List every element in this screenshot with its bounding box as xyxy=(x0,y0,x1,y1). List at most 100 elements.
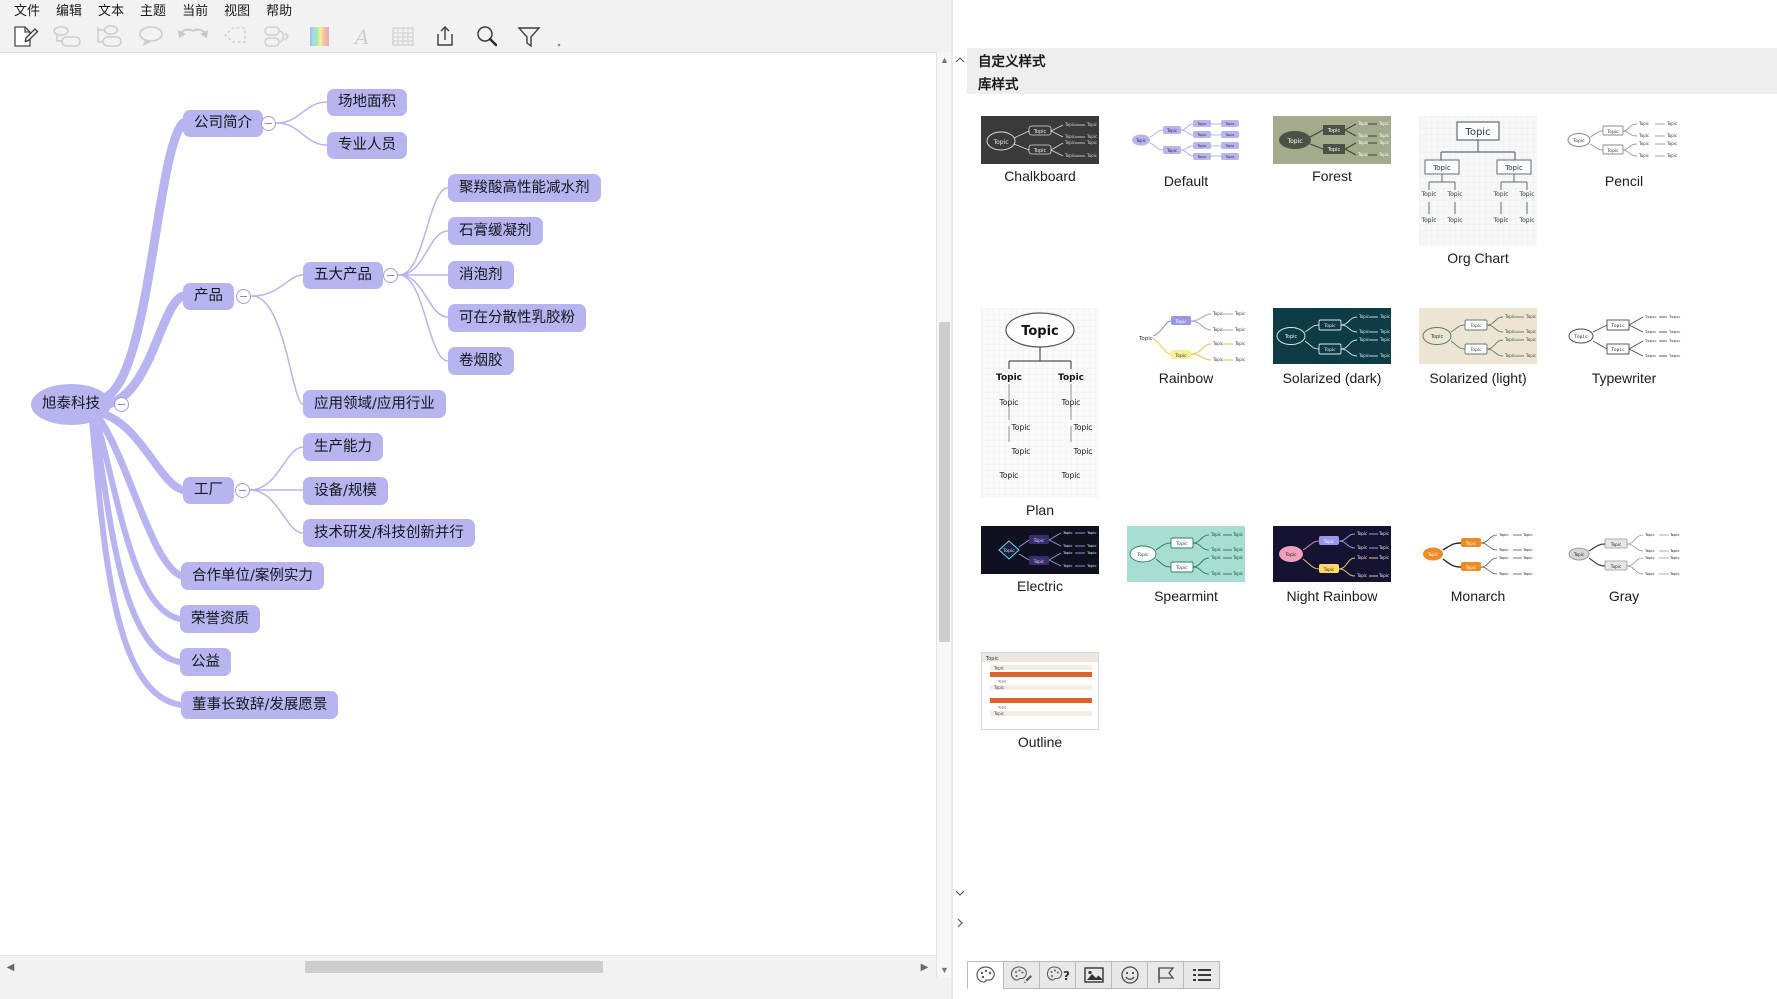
mindmap-node-public-welfare[interactable]: 公益 xyxy=(180,648,231,676)
svg-text:Topic: Topic xyxy=(1669,555,1680,560)
font-icon[interactable]: A xyxy=(340,22,382,52)
style-item-night-rainbow[interactable]: Topic Topic Topic Topic Topic Topic Topi… xyxy=(1273,526,1391,604)
mindmap-node-company-intro[interactable]: 公司简介 xyxy=(183,110,263,137)
style-item-pencil[interactable]: Topic Topic Topic Topic Topic Topic Topi… xyxy=(1565,116,1683,189)
mindmap-node-products[interactable]: 产品 xyxy=(183,283,234,310)
search-icon[interactable] xyxy=(466,22,508,52)
style-item-org-chart[interactable]: Topic Topic Topic Topic Topic Topic Topi… xyxy=(1419,116,1537,266)
collapse-toggle-five-products[interactable] xyxy=(383,268,398,283)
menu-help[interactable]: 帮助 xyxy=(258,1,300,20)
panel-scroll-column[interactable] xyxy=(953,48,967,941)
filter-icon[interactable] xyxy=(508,22,550,52)
mindmap-node-production-capacity[interactable]: 生产能力 xyxy=(303,433,383,461)
export-icon[interactable] xyxy=(424,22,466,52)
new-document-icon[interactable] xyxy=(4,22,46,52)
scroll-right-arrow-icon[interactable]: ▶ xyxy=(916,956,933,978)
style-item-solarized-light[interactable]: Topic Topic Topic Topic Topic Topic Topi… xyxy=(1419,308,1537,386)
panel-chevron-up-icon[interactable] xyxy=(953,52,967,68)
style-item-monarch[interactable]: Topic Topic Topic Topic Topic Topic Topi… xyxy=(1419,526,1537,604)
undo-redo-icon[interactable] xyxy=(172,22,214,52)
mindmap-node-cigarette-glue[interactable]: 卷烟胶 xyxy=(448,347,514,375)
style-thumbnail[interactable]: Topic Topic Topic Topic Topic Topic Topi… xyxy=(1419,308,1537,364)
callout-icon[interactable] xyxy=(130,22,172,52)
mindmap-node-chairman-message[interactable]: 董事长致辞/发展愿景 xyxy=(181,691,339,719)
collapse-toggle-company-intro[interactable] xyxy=(261,116,276,131)
collapse-toggle-products[interactable] xyxy=(236,289,251,304)
mindmap-node-root[interactable]: 旭泰科技 xyxy=(31,384,111,425)
mindmap-node-honors[interactable]: 荣誉资质 xyxy=(180,605,260,633)
add-child-topic-icon[interactable] xyxy=(88,22,130,52)
style-help-tab[interactable]: ? xyxy=(1039,961,1076,989)
menu-theme[interactable]: 主题 xyxy=(132,1,174,20)
mindmap-node-professional-staff[interactable]: 专业人员 xyxy=(327,132,407,159)
style-thumbnail[interactable]: Topic Topic Topic Topic Topic Topic Topi… xyxy=(1565,116,1683,164)
mindmap-node-rnd-innovation[interactable]: 技术研发/科技创新并行 xyxy=(303,519,475,547)
boundary-icon[interactable] xyxy=(214,22,256,52)
menu-current[interactable]: 当前 xyxy=(174,1,216,20)
menu-view[interactable]: 视图 xyxy=(216,1,258,20)
mindmap-node-dispersible-latex-powder[interactable]: 可在分散性乳胶粉 xyxy=(448,304,586,332)
style-thumbnail[interactable]: Topic Topic Topic Topic Topic Topic xyxy=(981,652,1099,730)
style-thumbnail[interactable]: Topic Topic Topic Topic Topic Topic Topi… xyxy=(1273,526,1391,582)
canvas-vertical-scrollbar[interactable]: ▲ ▼ xyxy=(936,52,951,977)
image-tab[interactable] xyxy=(1075,961,1112,989)
panel-chevron-right-icon[interactable] xyxy=(953,915,967,931)
mindmap-node-equipment-scale[interactable]: 设备/规模 xyxy=(303,477,388,505)
mindmap-node-factory[interactable]: 工厂 xyxy=(183,477,234,504)
emoji-tab[interactable] xyxy=(1111,961,1148,989)
style-thumbnail[interactable]: Topic Topic Topic Topic Topic Topic Topi… xyxy=(981,308,1099,498)
add-sibling-topic-icon[interactable] xyxy=(46,22,88,52)
style-item-chalkboard[interactable]: Topic Topic Topic Topic Topic Topic Topi… xyxy=(981,116,1099,184)
outline-tab[interactable] xyxy=(1183,961,1220,989)
mindmap-node-polycarboxylate[interactable]: 聚羧酸高性能减水剂 xyxy=(448,174,601,202)
color-palette-icon[interactable] xyxy=(298,22,340,52)
menu-file[interactable]: 文件 xyxy=(6,1,48,20)
scroll-up-arrow-icon[interactable]: ▲ xyxy=(937,52,952,67)
scroll-down-arrow-icon[interactable]: ▼ xyxy=(937,962,952,977)
style-item-gray[interactable]: Topic Topic Topic Topic Topic Topic Topi… xyxy=(1565,526,1683,604)
style-item-outline[interactable]: Topic Topic Topic Topic Topic Topic Outl… xyxy=(981,652,1099,750)
style-thumbnail[interactable]: Topic Topic Topic Topic Topic Topic Topi… xyxy=(1565,308,1683,364)
mindmap-canvas-area[interactable]: 旭泰科技 公司简介 场地面积 专业人员 产品 五大产品 聚羧酸高性能减水剂 石膏… xyxy=(0,52,951,977)
vertical-scroll-thumb[interactable] xyxy=(939,322,950,642)
style-thumbnail[interactable]: Topic Topic Topic Topic Topic Topic Topi… xyxy=(1273,116,1391,164)
collapse-toggle-root[interactable] xyxy=(114,397,129,412)
mindmap-node-site-area[interactable]: 场地面积 xyxy=(327,89,407,116)
style-thumbnail[interactable]: Topic Topic Topic Topic Topic Topic Topi… xyxy=(1419,526,1537,582)
style-item-typewriter[interactable]: Topic Topic Topic Topic Topic Topic Topi… xyxy=(1565,308,1683,386)
style-item-electric[interactable]: Topic Topic Topic Topic Topic Topic Topi… xyxy=(981,526,1099,594)
style-thumbnail[interactable]: Topic Topic Topic Topic Topic Topic Topi… xyxy=(1419,116,1537,246)
style-item-rainbow[interactable]: Topic Topic Topic Topic Topic Topic Topi… xyxy=(1127,308,1245,386)
menu-text[interactable]: 文本 xyxy=(90,1,132,20)
menu-edit[interactable]: 编辑 xyxy=(48,1,90,20)
mindmap-node-five-products[interactable]: 五大产品 xyxy=(303,262,383,289)
collapse-toggle-factory[interactable] xyxy=(235,483,250,498)
style-thumbnail[interactable]: Topic Topic Topic Topic Topic Topic Topi… xyxy=(1127,308,1245,364)
relationship-icon[interactable] xyxy=(256,22,298,52)
style-item-plan[interactable]: Topic Topic Topic Topic Topic Topic Topi… xyxy=(981,308,1099,518)
mindmap-node-partners-cases[interactable]: 合作单位/案例实力 xyxy=(181,562,324,590)
style-item-solarized-dark[interactable]: Topic Topic Topic Topic Topic Topic Topi… xyxy=(1273,308,1391,386)
table-icon[interactable] xyxy=(382,22,424,52)
marker-tab[interactable] xyxy=(1147,961,1184,989)
mindmap-canvas[interactable]: 旭泰科技 公司简介 场地面积 专业人员 产品 五大产品 聚羧酸高性能减水剂 石膏… xyxy=(0,53,951,978)
style-tab[interactable] xyxy=(967,961,1004,989)
style-thumbnail[interactable]: Topic Topic Topic Topic Topic Topic Topi… xyxy=(981,526,1099,574)
style-thumbnail[interactable]: Topic Topic Topic Topic Topic Topic Topi… xyxy=(1273,308,1391,364)
horizontal-scroll-thumb[interactable] xyxy=(305,961,603,973)
mindmap-node-gypsum-retarder[interactable]: 石膏缓凝剂 xyxy=(448,217,543,245)
style-thumbnail[interactable]: Topic Topic Topic Topic Topic Topic Topi… xyxy=(1565,526,1683,582)
style-thumbnail[interactable]: Topic Topic Topic Topic Topic Topic Topi… xyxy=(981,116,1099,164)
style-item-spearmint[interactable]: Topic Topic Topic Topic Topic Topic Topi… xyxy=(1127,526,1245,604)
panel-chevron-down-icon[interactable] xyxy=(953,885,967,901)
more-options-icon[interactable] xyxy=(550,22,568,52)
style-thumbnail[interactable]: Topic Topic Topic Topic Topic Topic Topi… xyxy=(1127,116,1245,164)
style-thumbnail[interactable]: Topic Topic Topic Topic Topic Topic Topi… xyxy=(1127,526,1245,582)
style-item-forest[interactable]: Topic Topic Topic Topic Topic Topic Topi… xyxy=(1273,116,1391,184)
mindmap-node-defoamer[interactable]: 消泡剂 xyxy=(448,261,514,289)
style-item-default[interactable]: Topic Topic Topic Topic Topic Topic Topi… xyxy=(1127,116,1245,189)
canvas-horizontal-scrollbar[interactable]: ◀ ▶ xyxy=(0,955,951,977)
scroll-left-arrow-icon[interactable]: ◀ xyxy=(2,956,19,978)
style-edit-tab[interactable] xyxy=(1003,961,1040,989)
mindmap-node-application-fields[interactable]: 应用领域/应用行业 xyxy=(303,390,446,418)
